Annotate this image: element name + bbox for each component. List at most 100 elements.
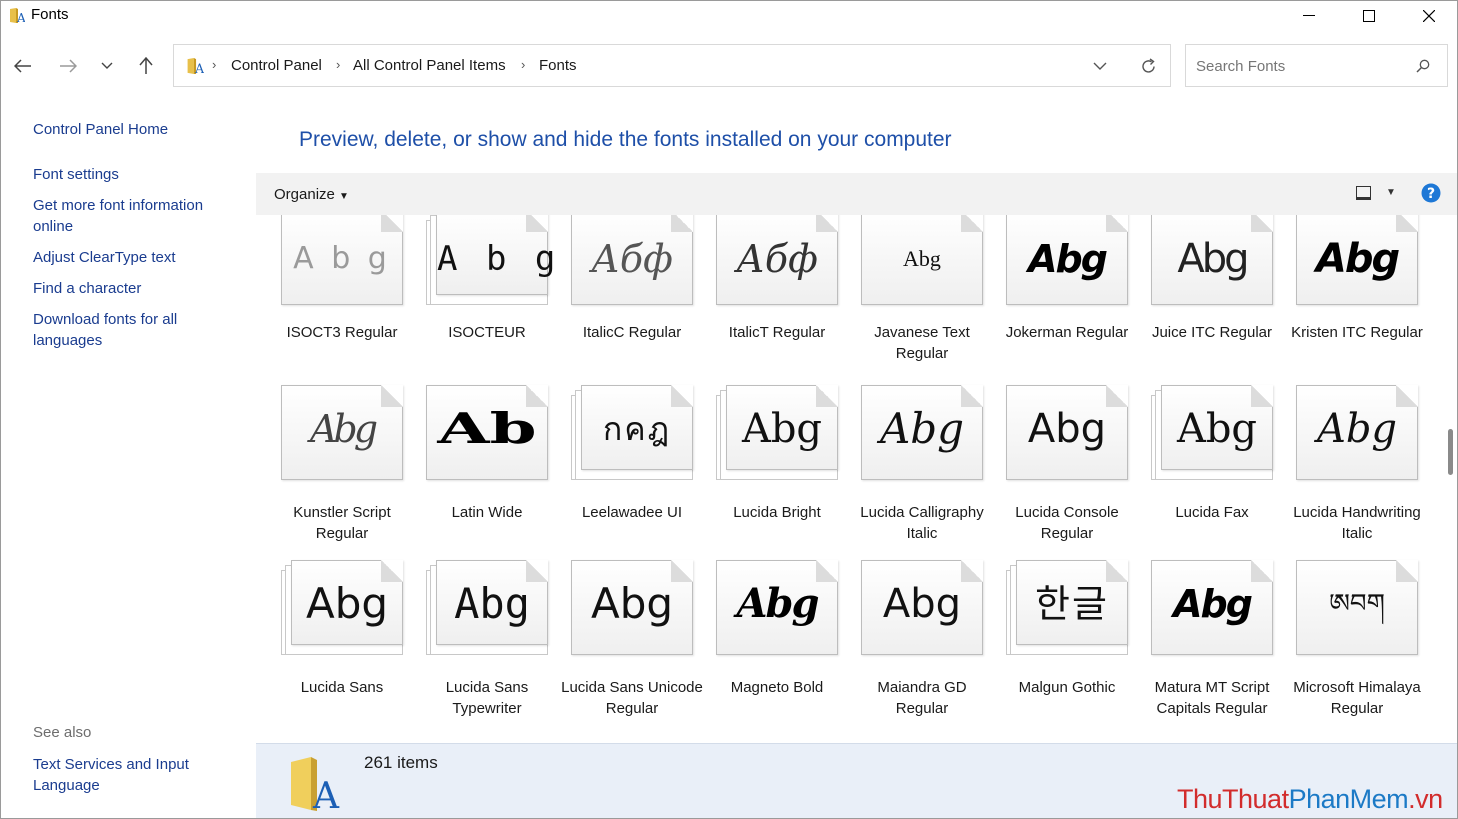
font-tile[interactable]: ཨབག Microsoft Himalaya Regular [1271,560,1443,730]
font-file-icon: Abg [1296,215,1418,305]
arrow-up-icon [139,57,153,74]
page-fold-corner [381,385,403,407]
command-bar: Organize ▼ ▼ ? [256,173,1457,215]
scrollbar-thumb[interactable] [1448,429,1453,475]
breadcrumb-separator[interactable]: › [521,57,525,72]
search-icon[interactable] [1416,59,1430,73]
font-preview: Abg [1027,406,1107,452]
font-page: Абф [571,215,693,305]
search-input[interactable]: Search Fonts [1196,58,1285,75]
font-file-icon: Abg [1006,215,1128,305]
maximize-button[interactable] [1339,1,1399,31]
download-fonts-link[interactable]: Download fonts for all languages [33,309,233,351]
item-count: 261 items [364,753,438,772]
font-preview: Abg [1316,406,1398,452]
font-page: Ab [426,385,548,480]
font-file-icon: Абф [571,215,693,305]
dropdown-arrow-icon: ▼ [339,191,349,202]
font-page: Abg [571,560,693,655]
font-page: กคฎ [581,385,693,470]
font-preview: Abg [741,406,823,452]
page-fold-corner [1396,560,1418,582]
font-tile[interactable]: Abg Lucida Handwriting Italic [1271,385,1443,555]
font-file-icon: Abg [1151,215,1273,305]
up-button[interactable] [131,51,161,81]
font-file-icon: ཨབག [1296,560,1418,655]
page-fold-corner [1396,215,1418,232]
vertical-scrollbar[interactable] [1444,215,1456,743]
help-icon[interactable]: ? [1421,183,1441,203]
address-bar[interactable]: A › Control Panel › All Control Panel It… [173,44,1171,87]
organize-button[interactable]: Organize ▼ [274,186,349,203]
font-page: Abg [1006,215,1128,305]
font-page: Abg [291,560,403,645]
refresh-icon[interactable] [1140,58,1157,75]
get-font-info-link[interactable]: Get more font information online [33,195,233,237]
font-preview: Abg [879,404,965,453]
view-toggle-icon[interactable] [1356,186,1371,200]
text-services-link[interactable]: Text Services and Input Language [33,754,233,796]
page-heading: Preview, delete, or show and hide the fo… [299,128,952,151]
font-file-icon: Абф [716,215,838,305]
font-page: Abg [1161,385,1273,470]
page-fold-corner [816,385,838,407]
window-title: Fonts [31,6,69,23]
font-page: Abg [1296,215,1418,305]
view-options-arrow-icon[interactable]: ▼ [1386,187,1396,198]
arrow-right-icon [60,59,77,73]
font-name-label: Lucida Handwriting Italic [1293,504,1421,542]
font-page: Abg [1006,385,1128,480]
page-fold-corner [671,385,693,407]
maximize-icon [1363,10,1375,22]
font-file-icon: A b g [426,215,555,305]
font-preview: Abg [309,407,378,451]
svg-text:?: ? [1427,186,1435,202]
font-page: 한글 [1016,560,1128,645]
font-name-label: Microsoft Himalaya Regular [1293,679,1421,717]
font-file-icon: Abg [1006,385,1128,480]
control-panel-home-link[interactable]: Control Panel Home [33,119,233,140]
font-page: ཨབག [1296,560,1418,655]
font-page: Abg [861,560,983,655]
adjust-cleartype-link[interactable]: Adjust ClearType text [33,247,233,268]
organize-label: Organize [274,186,335,203]
breadcrumb-separator[interactable]: › [212,57,216,72]
breadcrumb-all-items[interactable]: All Control Panel Items [353,57,506,74]
font-preview: Абф [736,237,818,281]
recent-locations-button[interactable] [92,51,122,81]
page-fold-corner [961,215,983,232]
page-fold-corner [1251,385,1273,407]
font-file-icon: กคฎ [571,385,693,480]
title-bar[interactable]: A Fonts [1,1,1457,31]
see-also-label: See also [33,724,92,741]
font-file-icon: Abg [1151,560,1273,655]
forward-button[interactable] [53,51,83,81]
breadcrumb-control-panel[interactable]: Control Panel [231,57,322,74]
breadcrumb-separator[interactable]: › [336,57,340,72]
font-file-icon: Abg [1296,385,1418,480]
svg-text:A: A [194,61,204,75]
page-fold-corner [526,215,548,232]
minimize-button[interactable] [1279,1,1339,31]
font-page: Абф [716,215,838,305]
close-icon [1423,10,1435,22]
chevron-down-icon[interactable] [1093,62,1107,71]
page-fold-corner [1251,560,1273,582]
search-box[interactable]: Search Fonts [1185,44,1448,87]
fonts-folder-large-icon: A [291,757,340,812]
font-file-icon: Ab [426,385,548,480]
page-fold-corner [1106,560,1128,582]
font-preview: Abg [736,580,820,627]
font-preview: Абф [591,237,673,281]
font-file-icon: Abg [861,560,983,655]
breadcrumb-fonts[interactable]: Fonts [539,57,577,74]
chevron-down-icon [101,62,113,69]
find-character-link[interactable]: Find a character [33,278,233,299]
font-page: Abg [861,215,983,305]
close-button[interactable] [1399,1,1457,31]
font-file-icon: Abg [426,560,548,655]
font-tile[interactable]: Abg Kristen ITC Regular [1271,215,1443,380]
svg-text:A: A [312,776,340,812]
font-settings-link[interactable]: Font settings [33,164,233,185]
back-button[interactable] [8,51,38,81]
